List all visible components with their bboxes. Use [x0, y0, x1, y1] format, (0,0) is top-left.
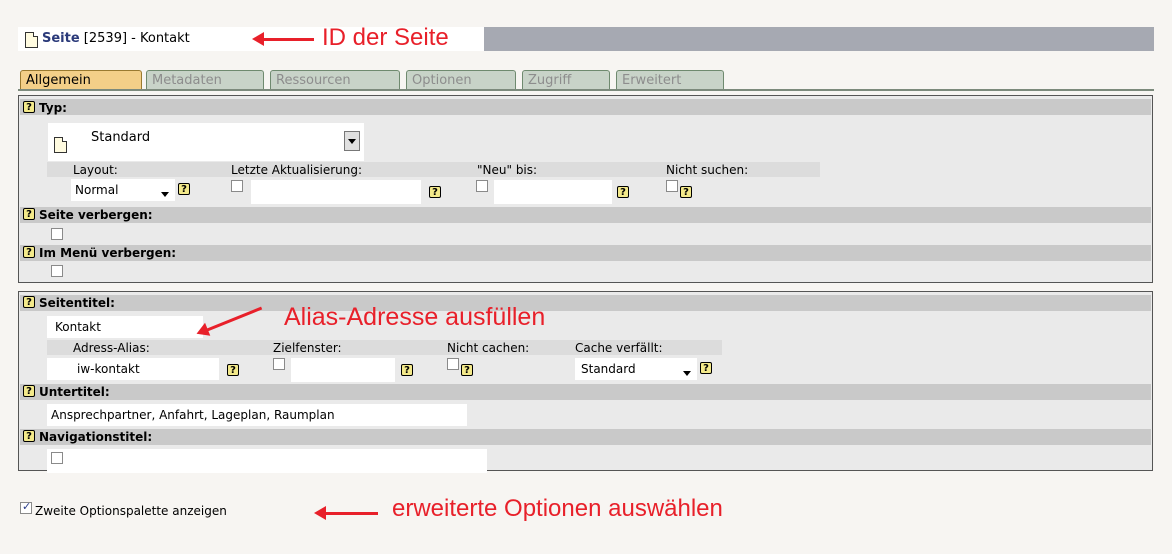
tab-optionen[interactable]: Optionen — [406, 70, 516, 90]
neu-bis-checkbox[interactable] — [476, 180, 488, 192]
page-icon — [25, 32, 38, 48]
zweite-optionspalette-checkbox[interactable] — [20, 500, 32, 514]
help-icon[interactable]: ? — [617, 186, 629, 198]
cache-verfaellt-label: Cache verfällt: — [575, 341, 663, 355]
seitentitel-label: Seitentitel: — [39, 296, 115, 310]
title-panel: ? Seitentitel: Kontakt Adress-Alias: Zie… — [18, 291, 1153, 473]
layout-value: Normal — [75, 183, 119, 197]
neu-bis-input[interactable] — [494, 180, 612, 204]
arrow-icon — [314, 506, 378, 520]
tab-metadaten[interactable]: Metadaten — [146, 70, 264, 90]
help-icon[interactable]: ? — [23, 296, 35, 308]
annotation-options: erweiterte Optionen auswählen — [392, 495, 723, 522]
letzte-aktualisierung-checkbox[interactable] — [231, 180, 243, 192]
help-icon[interactable]: ? — [680, 186, 692, 198]
layout-label: Layout: — [73, 163, 118, 177]
chevron-down-icon — [348, 139, 356, 144]
help-icon[interactable]: ? — [178, 183, 190, 195]
help-icon[interactable]: ? — [700, 362, 712, 374]
help-icon[interactable]: ? — [461, 364, 473, 376]
menu-verbergen-checkbox[interactable] — [51, 265, 63, 277]
tab-allgemein[interactable]: Allgemein — [20, 70, 142, 90]
navigationstitel-row — [20, 429, 1151, 445]
menu-verbergen-row — [20, 245, 1151, 261]
help-icon[interactable]: ? — [227, 364, 239, 376]
help-icon[interactable]: ? — [23, 246, 35, 258]
typ-row — [20, 99, 1151, 115]
letzte-aktualisierung-label: Letzte Aktualisierung: — [231, 163, 363, 177]
tab-underline — [18, 89, 1154, 91]
navigationstitel-input[interactable] — [47, 449, 487, 473]
help-icon[interactable]: ? — [23, 208, 35, 220]
tab-erweitert[interactable]: Erweitert — [616, 70, 724, 90]
seitentitel-row — [20, 295, 1151, 311]
arrow-icon — [252, 32, 314, 46]
adress-alias-label: Adress-Alias: — [73, 341, 150, 355]
help-icon[interactable]: ? — [401, 364, 413, 376]
annotation-alias: Alias-Adresse ausfüllen — [284, 303, 546, 331]
nicht-cachen-label: Nicht cachen: — [447, 341, 530, 355]
tab-ressourcen[interactable]: Ressourcen — [270, 70, 400, 90]
cache-verfaellt-value: Standard — [581, 362, 636, 376]
adress-alias-value: iw-kontakt — [77, 362, 140, 376]
typ-label: Typ: — [39, 101, 67, 115]
help-icon[interactable]: ? — [23, 430, 35, 442]
navigationstitel-checkbox[interactable] — [51, 452, 63, 464]
untertitel-label: Untertitel: — [39, 385, 110, 399]
seite-verbergen-checkbox[interactable] — [51, 228, 63, 240]
typ-value: Standard — [91, 130, 151, 145]
untertitel-row — [20, 384, 1151, 400]
seitentitel-value: Kontakt — [55, 320, 101, 334]
zielfenster-input[interactable] — [291, 358, 395, 382]
zielfenster-label: Zielfenster: — [273, 341, 342, 355]
letzte-aktualisierung-input[interactable] — [251, 180, 421, 204]
nicht-suchen-label: Nicht suchen: — [666, 163, 749, 177]
chevron-down-icon[interactable] — [683, 371, 691, 376]
page-id-title: [2539] - Kontakt — [79, 31, 190, 46]
page-header-title: Seite [2539] - Kontakt — [42, 31, 190, 46]
help-icon[interactable]: ? — [429, 186, 441, 198]
help-icon[interactable]: ? — [23, 101, 35, 113]
help-icon[interactable]: ? — [23, 385, 35, 397]
menu-verbergen-label: Im Menü verbergen: — [39, 246, 177, 260]
seite-verbergen-label: Seite verbergen: — [39, 208, 153, 222]
typ-dropdown-button[interactable] — [344, 131, 360, 151]
chevron-down-icon[interactable] — [161, 192, 169, 197]
untertitel-value: Ansprechpartner, Anfahrt, Lageplan, Raum… — [51, 408, 335, 422]
tab-zugriff[interactable]: Zugriff — [522, 70, 610, 90]
annotation-page-id: ID der Seite — [322, 24, 449, 51]
zweite-optionspalette-label: Zweite Optionspalette anzeigen — [35, 504, 227, 518]
neu-bis-label: "Neu" bis: — [477, 163, 538, 177]
nicht-cachen-checkbox[interactable] — [447, 358, 459, 370]
nicht-suchen-checkbox[interactable] — [666, 180, 678, 192]
document-icon — [54, 137, 67, 153]
zielfenster-checkbox[interactable] — [273, 358, 285, 370]
seite-link[interactable]: Seite — [42, 31, 80, 46]
general-panel: ? Typ: Standard Layout: Letzte Aktualisi… — [18, 95, 1153, 283]
navigationstitel-label: Navigationstitel: — [39, 430, 153, 444]
seite-verbergen-row — [20, 207, 1151, 223]
